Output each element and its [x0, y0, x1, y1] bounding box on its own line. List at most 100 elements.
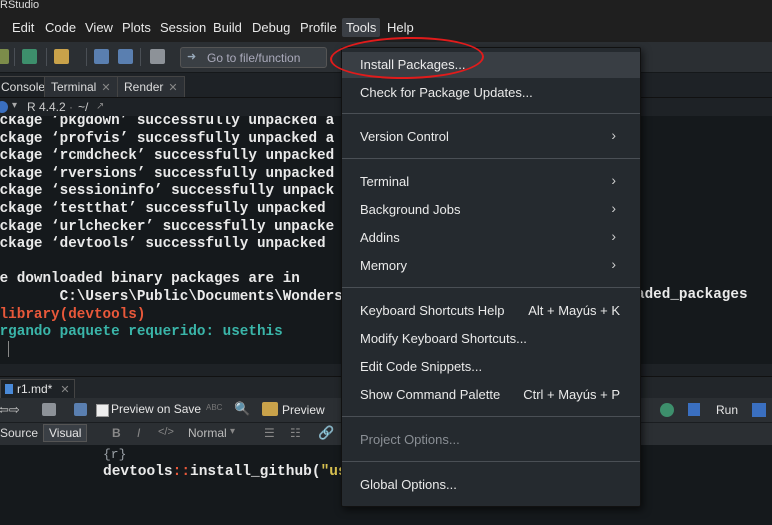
window-title: RStudio	[0, 0, 40, 11]
working-directory[interactable]: ~/	[78, 100, 88, 114]
menu-item-background-jobs[interactable]: Background Jobs ›	[342, 197, 640, 223]
run-button[interactable]: Run	[716, 403, 738, 417]
console-line: ackage ‘devtools’ successfully unpacked	[0, 236, 326, 253]
chevron-down-icon[interactable]: ▾	[12, 100, 17, 111]
code-icon[interactable]: </>	[158, 426, 174, 438]
menu-item-label: Addins	[360, 230, 400, 245]
console-line: library(devtools)	[0, 306, 146, 323]
open-project-icon[interactable]	[54, 49, 69, 64]
tab-console-label: Console	[1, 80, 46, 94]
console-line: ackage ‘testthat’ successfully unpacked	[0, 201, 326, 217]
tools-dropdown-menu: Install Packages... Check for Package Up…	[341, 47, 641, 507]
menu-item-project-options: Project Options...	[342, 427, 640, 453]
tab-r1-md-label: r1.md*	[17, 382, 53, 396]
close-icon[interactable]: ✕	[101, 82, 110, 94]
console-line: argando paquete requerido: usethis	[0, 324, 283, 341]
tab-terminal-label: Terminal	[51, 80, 97, 94]
close-icon[interactable]: ✕	[168, 82, 177, 94]
menu-item-label: Edit Code Snippets...	[360, 359, 483, 374]
source-mode-button[interactable]: Source	[0, 426, 38, 440]
menu-item-label: Background Jobs	[360, 202, 461, 217]
menu-item-modify-keyboard-shortcuts[interactable]: Modify Keyboard Shortcuts...	[342, 326, 640, 352]
menu-debug[interactable]: Debug	[252, 20, 290, 35]
goto-file-function-input[interactable]: ➜ Go to file/function	[180, 47, 327, 68]
tab-terminal[interactable]: Terminal ✕	[44, 76, 118, 97]
console-line-overflow: aded_packages	[636, 287, 748, 303]
save-icon[interactable]	[94, 49, 109, 64]
file-icon	[5, 384, 13, 394]
console-cursor	[8, 341, 9, 357]
menu-tools[interactable]: Tools	[342, 18, 381, 37]
menu-item-show-command-palette[interactable]: Show Command Palette Ctrl + Mayús + P	[342, 382, 640, 408]
back-forward-icon[interactable]: ⇦⇨	[0, 402, 20, 418]
close-icon[interactable]: ✕	[60, 384, 69, 396]
code-line[interactable]: devtools::install_github("us	[103, 464, 347, 480]
new-file-icon[interactable]	[22, 49, 37, 64]
preview-on-save-label: Preview on Save	[111, 402, 202, 416]
insert-chunk-icon[interactable]	[660, 403, 674, 417]
preview-icon[interactable]	[262, 402, 278, 416]
spellcheck-icon[interactable]: ABC	[206, 403, 222, 412]
print-icon[interactable]	[150, 49, 165, 64]
chevron-right-icon: ›	[611, 127, 616, 143]
menu-item-version-control[interactable]: Version Control ›	[342, 124, 640, 150]
bullet-list-icon[interactable]: ☰	[264, 426, 275, 440]
menu-separator	[342, 158, 640, 159]
goto-arrow-icon: ➜	[187, 51, 197, 63]
chevron-down-icon: ▾	[230, 426, 236, 437]
numbered-list-icon[interactable]: ☷	[290, 426, 301, 440]
menu-session[interactable]: Session	[160, 20, 206, 35]
save-all-icon[interactable]	[118, 49, 133, 64]
menu-item-check-package-updates[interactable]: Check for Package Updates...	[342, 80, 640, 106]
menu-help[interactable]: Help	[387, 20, 414, 35]
preview-button[interactable]: Preview	[282, 403, 325, 417]
menu-separator	[342, 287, 640, 288]
menu-item-shortcut: Alt + Mayús + K	[528, 303, 620, 318]
source-icon[interactable]	[752, 403, 766, 417]
save-icon[interactable]	[74, 403, 87, 416]
tab-render-label: Render	[124, 80, 164, 94]
menu-code[interactable]: Code	[45, 20, 76, 35]
menu-item-label: Global Options...	[360, 477, 457, 492]
menu-item-label: Terminal	[360, 174, 410, 189]
show-in-window-icon[interactable]	[42, 403, 56, 416]
paragraph-style-dropdown[interactable]: Normal	[188, 426, 227, 440]
menu-separator	[342, 461, 640, 462]
chevron-right-icon: ›	[611, 172, 616, 188]
menu-separator	[342, 416, 640, 417]
menu-item-global-options[interactable]: Global Options...	[342, 472, 640, 498]
italic-icon[interactable]: I	[137, 426, 140, 440]
console-line: ackage ‘urlchecker’ successfully unpacke	[0, 218, 335, 235]
console-line: ackage ‘pkgdown’ successfully unpacked a	[0, 116, 335, 129]
menu-item-label: Memory	[360, 258, 407, 273]
search-icon[interactable]: 🔍	[234, 401, 250, 417]
bold-icon[interactable]: B	[112, 426, 121, 440]
run-icon[interactable]	[688, 403, 700, 416]
menu-item-label: Project Options...	[360, 432, 460, 447]
menu-item-label: Version Control	[360, 129, 449, 144]
menu-view[interactable]: View	[85, 20, 113, 35]
menu-plots[interactable]: Plots	[122, 20, 151, 35]
menu-item-shortcut: Ctrl + Mayús + P	[523, 387, 620, 402]
visual-mode-button[interactable]: Visual	[43, 424, 88, 442]
menu-item-terminal[interactable]: Terminal ›	[342, 169, 640, 195]
menu-item-edit-code-snippets[interactable]: Edit Code Snippets...	[342, 354, 640, 380]
chevron-right-icon: ›	[611, 228, 616, 244]
console-line: ackage ‘rversions’ successfully unpacked	[0, 165, 335, 182]
dropdown-arrow-icon[interactable]	[0, 49, 9, 64]
console-line: ackage ‘profvis’ successfully unpacked a	[0, 130, 335, 147]
menu-item-label: Check for Package Updates...	[360, 85, 533, 100]
menu-item-addins[interactable]: Addins ›	[342, 225, 640, 251]
go-to-directory-icon[interactable]: ↗	[96, 101, 104, 112]
menu-build[interactable]: Build	[213, 20, 242, 35]
preview-on-save-checkbox[interactable]	[96, 404, 109, 417]
r-logo-icon	[0, 101, 8, 113]
menu-item-keyboard-shortcuts-help[interactable]: Keyboard Shortcuts Help Alt + Mayús + K	[342, 298, 640, 324]
link-icon[interactable]: 🔗	[318, 425, 334, 441]
menu-profile[interactable]: Profile	[300, 20, 337, 35]
tab-r1-md[interactable]: r1.md* ✕	[0, 379, 75, 398]
menu-item-memory[interactable]: Memory ›	[342, 253, 640, 279]
console-line: ackage ‘sessioninfo’ successfully unpack	[0, 183, 335, 200]
menu-edit[interactable]: Edit	[12, 20, 34, 35]
tab-render[interactable]: Render ✕	[117, 76, 185, 97]
